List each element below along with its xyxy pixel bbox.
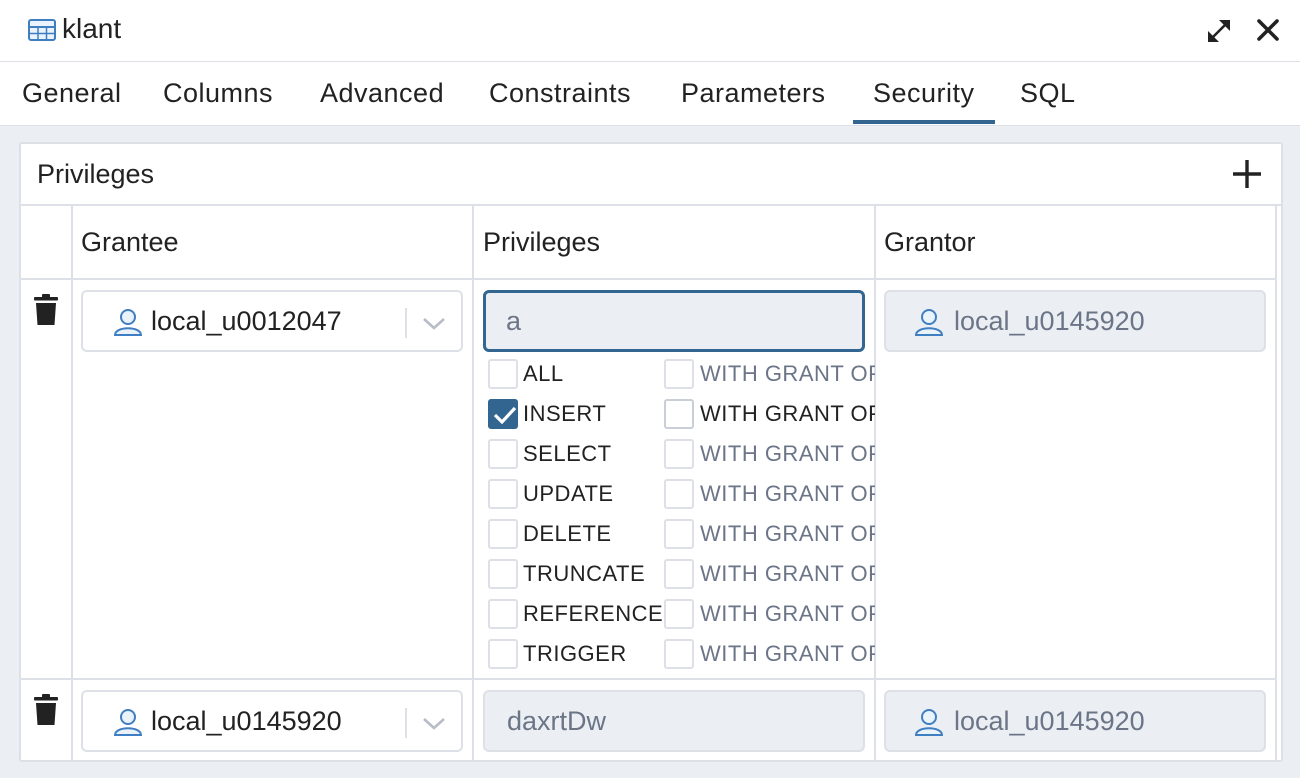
privileges-value: daxrtDw: [507, 706, 607, 736]
chevron-down-icon[interactable]: [421, 712, 447, 734]
tab-columns[interactable]: Columns: [163, 62, 273, 124]
tab-general[interactable]: General: [22, 62, 122, 124]
title-bar: klant: [0, 0, 1300, 62]
tab-constraints[interactable]: Constraints: [489, 62, 631, 124]
privilege-checkbox-trigger[interactable]: [488, 639, 518, 669]
privileges-panel-header: Privileges: [21, 144, 1281, 206]
expand-icon[interactable]: [1204, 16, 1234, 46]
privilege-label: TRIGGER: [523, 641, 627, 666]
privilege-option-delete: DELETE WITH GRANT OPTION: [483, 514, 875, 554]
grant-option-label: WITH GRANT OPTION: [700, 641, 875, 666]
column-header-privileges[interactable]: Privileges: [483, 224, 600, 260]
grant-option-label: WITH GRANT OPTION: [700, 561, 875, 586]
tab-parameters[interactable]: Parameters: [681, 62, 826, 124]
privileges-checklist: ALL WITH GRANT OPTION INSERT WITH GRANT …: [483, 352, 875, 682]
privilege-checkbox-all[interactable]: [488, 359, 518, 389]
grant-option-checkbox[interactable]: [664, 639, 694, 669]
privilege-option-trigger: TRIGGER WITH GRANT OPTION: [483, 634, 875, 674]
close-icon[interactable]: [1254, 16, 1282, 44]
trash-icon[interactable]: [34, 694, 58, 726]
trash-icon[interactable]: [34, 294, 58, 326]
grantor-field: local_u0145920: [884, 290, 1266, 352]
privilege-label: UPDATE: [523, 481, 614, 506]
grantor-value: local_u0145920: [954, 706, 1145, 736]
privilege-label: ALL: [523, 361, 564, 386]
privilege-checkbox-update[interactable]: [488, 479, 518, 509]
plus-icon[interactable]: [1231, 158, 1263, 190]
privileges-panel: Privileges Grantee Privileges Grantor lo…: [19, 142, 1283, 762]
privilege-label: DELETE: [523, 521, 612, 546]
privilege-option-update: UPDATE WITH GRANT OPTION: [483, 474, 875, 514]
dialog-title: klant: [62, 13, 122, 44]
column-header-grantor[interactable]: Grantor: [884, 224, 976, 260]
grantee-select[interactable]: local_u0012047: [81, 290, 463, 352]
grant-option-checkbox[interactable]: [664, 479, 694, 509]
grant-option-label: WITH GRANT OPTION: [700, 601, 875, 626]
grant-option-checkbox[interactable]: [664, 599, 694, 629]
table-properties-dialog: klant General Columns Advanced Constrain…: [0, 0, 1300, 778]
grantor-field: local_u0145920: [884, 690, 1266, 752]
privileges-field[interactable]: daxrtDw: [483, 690, 865, 752]
privilege-option-truncate: TRUNCATE WITH GRANT OPTION: [483, 554, 875, 594]
user-icon: [113, 309, 143, 336]
checkmark-icon: [493, 406, 517, 425]
grant-option-checkbox[interactable]: [664, 399, 694, 429]
privilege-label: TRUNCATE: [523, 561, 646, 586]
grantee-select[interactable]: local_u0145920: [81, 690, 463, 752]
user-icon: [914, 309, 944, 336]
privilege-label: SELECT: [523, 441, 612, 466]
grant-option-checkbox[interactable]: [664, 559, 694, 589]
privilege-checkbox-select[interactable]: [488, 439, 518, 469]
grant-option-label: WITH GRANT OPTION: [700, 441, 875, 466]
privilege-checkbox-delete[interactable]: [488, 519, 518, 549]
tab-sql[interactable]: SQL: [1020, 62, 1076, 124]
chevron-down-icon[interactable]: [421, 312, 447, 334]
privilege-checkbox-references[interactable]: [488, 599, 518, 629]
privileges-grid: Grantee Privileges Grantor local_u001204…: [21, 206, 1281, 760]
grantee-value: local_u0012047: [151, 306, 342, 336]
privilege-label: REFERENCES: [523, 601, 679, 626]
privilege-label: INSERT: [523, 401, 607, 426]
column-header-grantee[interactable]: Grantee: [81, 224, 179, 260]
select-separator: [405, 308, 407, 338]
select-separator: [405, 708, 407, 738]
grant-option-label: WITH GRANT OPTION: [700, 401, 875, 426]
tab-advanced[interactable]: Advanced: [320, 62, 444, 124]
grant-option-checkbox[interactable]: [664, 519, 694, 549]
grantor-value: local_u0145920: [954, 306, 1145, 336]
privilege-option-insert: INSERT WITH GRANT OPTION: [483, 394, 875, 434]
grant-option-label: WITH GRANT OPTION: [700, 521, 875, 546]
grantee-value: local_u0145920: [151, 706, 342, 736]
grant-option-label: WITH GRANT OPTION: [700, 481, 875, 506]
privilege-option-references: REFERENCES WITH GRANT OPTION: [483, 594, 875, 634]
grid-divider: [21, 278, 1277, 280]
privilege-checkbox-truncate[interactable]: [488, 559, 518, 589]
privilege-option-all: ALL WITH GRANT OPTION: [483, 354, 875, 394]
privileges-input[interactable]: [483, 290, 865, 352]
table-icon: [28, 19, 56, 41]
user-icon: [914, 709, 944, 736]
tab-security[interactable]: Security: [853, 62, 995, 124]
tab-bar: General Columns Advanced Constraints Par…: [0, 62, 1300, 126]
grant-option-checkbox[interactable]: [664, 439, 694, 469]
user-icon: [113, 709, 143, 736]
privileges-panel-title: Privileges: [37, 159, 155, 189]
privilege-checkbox-insert[interactable]: [488, 399, 518, 429]
grant-option-checkbox[interactable]: [664, 359, 694, 389]
grant-option-label: WITH GRANT OPTION: [700, 361, 875, 386]
privilege-option-select: SELECT WITH GRANT OPTION: [483, 434, 875, 474]
